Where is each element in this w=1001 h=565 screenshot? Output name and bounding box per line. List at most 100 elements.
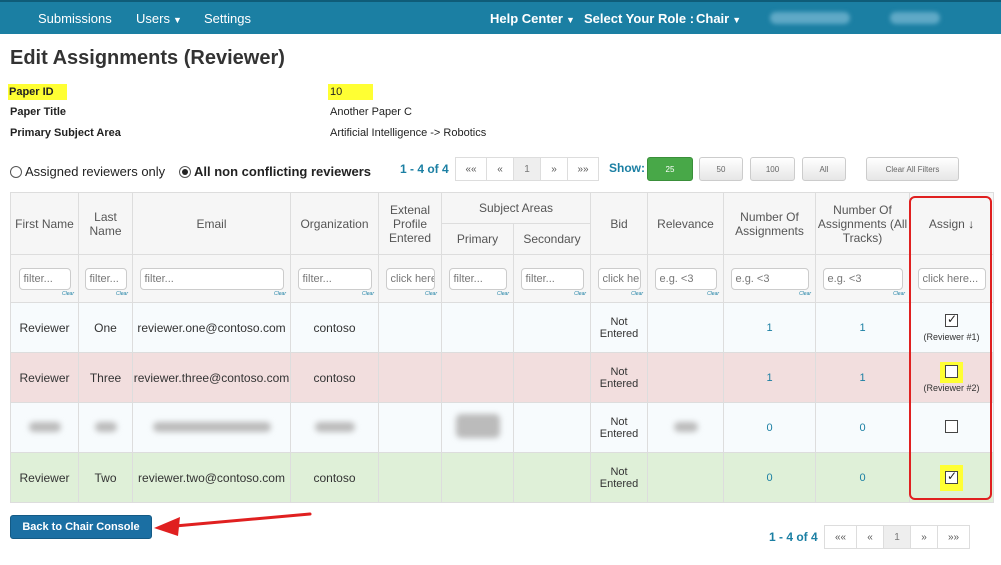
clear-link[interactable]: Clear	[62, 291, 74, 297]
header-bid[interactable]: Bid	[590, 192, 649, 255]
filter-email-cell: filter... Clear	[132, 254, 291, 303]
role-select[interactable]: Chair ▼	[696, 11, 741, 26]
user-menu-blurred[interactable]	[890, 12, 940, 24]
filter-first-name-cell: filter... Clear	[10, 254, 79, 303]
assign-checkbox[interactable]	[945, 469, 959, 484]
filter-organization-input[interactable]: filter...	[297, 267, 372, 290]
num-assignments-link[interactable]: 0	[723, 402, 817, 453]
clear-link[interactable]: Clear	[707, 291, 719, 297]
radio-non-conflicting[interactable]: All non conflicting reviewers	[179, 164, 371, 179]
header-first-name[interactable]: First Name	[10, 192, 79, 255]
blurred-text	[152, 421, 271, 432]
filter-first-name-input[interactable]: filter...	[18, 267, 71, 290]
nav-users-label: Users	[136, 11, 170, 26]
show-label: Show:	[609, 161, 645, 175]
filter-num-assignments-input[interactable]: e.g. <3	[730, 267, 809, 290]
paper-id-label: Paper ID	[8, 84, 67, 100]
assign-cell	[909, 452, 995, 503]
radio-assigned-only-label: Assigned reviewers only	[25, 164, 166, 179]
first-name-cell: Reviewer	[10, 352, 79, 403]
filter-email-input[interactable]: filter...	[139, 267, 284, 290]
header-secondary[interactable]: Secondary	[512, 223, 592, 255]
pager-count-bottom: 1 - 4 of 4	[769, 530, 818, 544]
header-number-of-assignments[interactable]: Number Of Assignments	[723, 192, 817, 255]
clear-link[interactable]: Clear	[425, 291, 437, 297]
header-last-name[interactable]: Last Name	[78, 192, 133, 255]
page-next-button[interactable]: »	[540, 157, 568, 181]
header-relevance[interactable]: Relevance	[647, 192, 725, 255]
clear-link[interactable]: Clear	[116, 291, 128, 297]
num-assignments-link[interactable]: 1	[723, 302, 817, 353]
filter-bid-input[interactable]: click here...	[597, 267, 641, 290]
table-row: Reviewer Two reviewer.two@contoso.com co…	[10, 452, 995, 503]
external-profile-cell	[378, 302, 442, 353]
filter-primary-input[interactable]: filter...	[448, 267, 507, 290]
pager-count-top: 1 - 4 of 4	[400, 162, 449, 176]
secondary-cell	[512, 402, 592, 453]
filter-external-profile-input[interactable]: click here...	[385, 267, 435, 290]
nav-users[interactable]: Users ▼	[136, 11, 182, 26]
bid-cell: Not Entered	[590, 452, 649, 503]
nav-settings[interactable]: Settings	[204, 11, 251, 26]
filter-last-name-input[interactable]: filter...	[84, 267, 127, 290]
clear-link[interactable]: Clear	[574, 291, 586, 297]
page-prev-button[interactable]: «	[856, 525, 884, 549]
bid-cell: Not Entered	[590, 402, 649, 453]
page-size-100-button[interactable]: 100	[750, 157, 795, 181]
num-assignments-all-link[interactable]: 0	[815, 402, 911, 453]
user-name-blurred[interactable]	[770, 12, 850, 24]
page-number-button[interactable]: 1	[883, 525, 911, 549]
num-assignments-link[interactable]: 1	[723, 352, 817, 403]
clear-link[interactable]: Clear	[362, 291, 374, 297]
header-primary[interactable]: Primary	[441, 223, 514, 255]
page-first-button[interactable]: ««	[455, 157, 487, 181]
clear-link[interactable]: Clear	[893, 291, 905, 297]
page-next-button[interactable]: »	[910, 525, 938, 549]
radio-icon[interactable]	[10, 165, 22, 178]
clear-link[interactable]: Clear	[497, 291, 509, 297]
checkbox-highlight	[940, 464, 964, 491]
page-number-button[interactable]: 1	[513, 157, 541, 181]
table-row: Reviewer One reviewer.one@contoso.com co…	[10, 302, 995, 353]
pagination-top: «« « 1 » »»	[455, 157, 599, 181]
organization-cell: contoso	[290, 352, 379, 403]
filter-assign-input[interactable]: click here...	[917, 267, 986, 290]
relevance-cell	[647, 302, 725, 353]
radio-selected-icon[interactable]	[179, 165, 191, 178]
filter-assign-cell: click here...	[909, 254, 995, 303]
nav-submissions[interactable]: Submissions	[38, 11, 112, 26]
page-last-button[interactable]: »»	[567, 157, 599, 181]
filter-relevance-input[interactable]: e.g. <3	[654, 267, 717, 290]
nav-help-center[interactable]: Help Center ▼	[490, 11, 575, 26]
page-size-25-button[interactable]: 25	[647, 157, 693, 181]
page-size-all-button[interactable]: All	[802, 157, 846, 181]
num-assignments-all-link[interactable]: 0	[815, 452, 911, 503]
page-last-button[interactable]: »»	[937, 525, 970, 549]
reviewer-number-label: (Reviewer #1)	[923, 331, 980, 342]
header-assign[interactable]: Assign ↓	[909, 192, 995, 255]
assign-checkbox[interactable]	[945, 312, 959, 327]
filter-secondary-input[interactable]: filter...	[520, 267, 584, 290]
header-number-of-assignments-all[interactable]: Number Of Assignments (All Tracks)	[815, 192, 911, 255]
clear-link[interactable]: Clear	[631, 291, 643, 297]
primary-cell	[441, 352, 514, 403]
num-assignments-all-link[interactable]: 1	[815, 302, 911, 353]
clear-link[interactable]: Clear	[274, 291, 286, 297]
clear-link[interactable]: Clear	[799, 291, 811, 297]
clear-all-filters-button[interactable]: Clear All Filters	[866, 157, 959, 181]
page-prev-button[interactable]: «	[486, 157, 514, 181]
page-first-button[interactable]: ««	[824, 525, 857, 549]
assign-checkbox[interactable]	[945, 365, 959, 378]
radio-assigned-only[interactable]: Assigned reviewers only	[10, 164, 165, 179]
filter-relevance-cell: e.g. <3 Clear	[647, 254, 725, 303]
assign-checkbox[interactable]	[945, 419, 959, 433]
header-external-profile[interactable]: Extenal Profile Entered	[378, 192, 442, 255]
header-organization[interactable]: Organization	[290, 192, 379, 255]
page-size-50-button[interactable]: 50	[699, 157, 743, 181]
num-assignments-all-link[interactable]: 1	[815, 352, 911, 403]
header-email[interactable]: Email	[132, 192, 291, 255]
email-cell: reviewer.two@contoso.com	[132, 452, 291, 503]
num-assignments-link[interactable]: 0	[723, 452, 817, 503]
back-to-chair-console-button[interactable]: Back to Chair Console	[10, 515, 152, 539]
filter-num-assignments-all-input[interactable]: e.g. <3	[822, 267, 903, 290]
